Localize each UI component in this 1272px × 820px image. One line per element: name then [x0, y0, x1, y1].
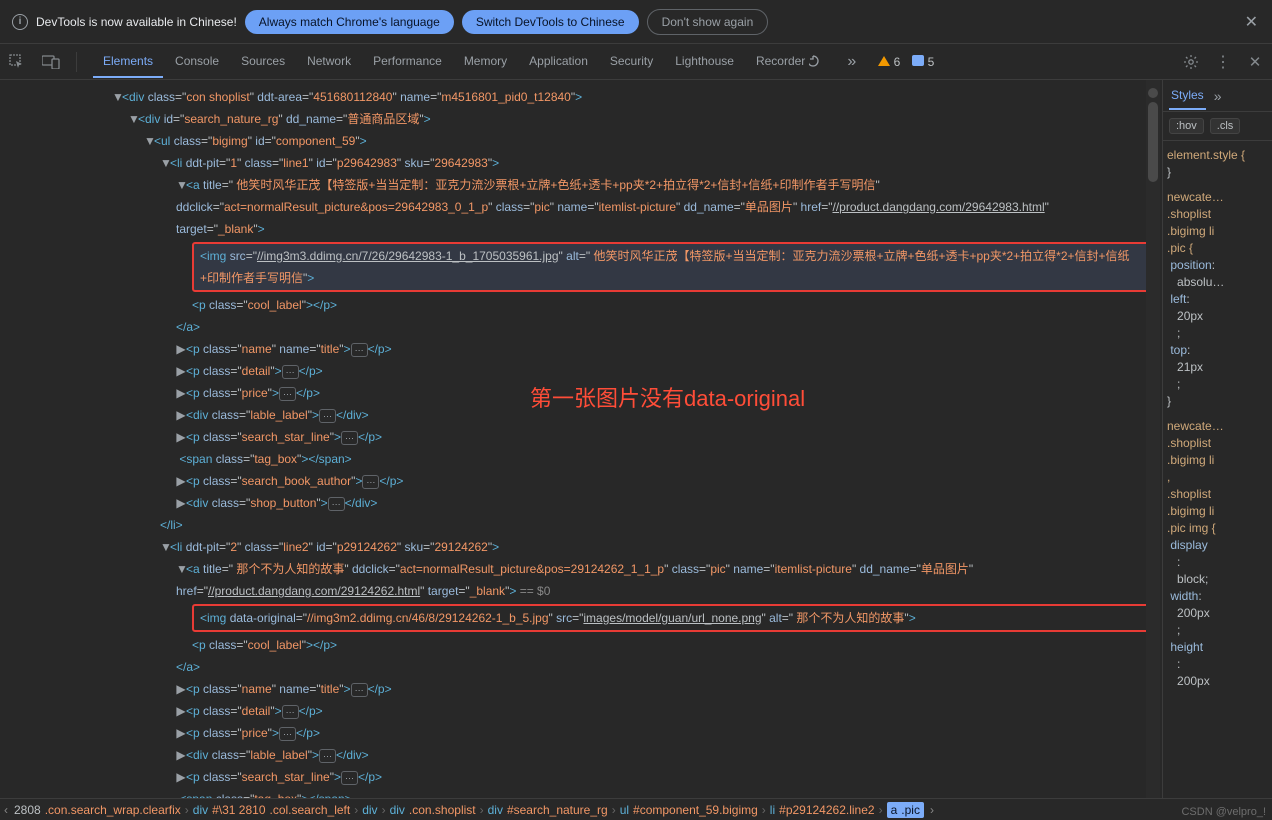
switch-language-button[interactable]: Switch DevTools to Chinese: [462, 10, 639, 34]
tab-performance[interactable]: Performance: [363, 46, 452, 78]
styles-more-icon[interactable]: »: [1214, 88, 1222, 104]
inspect-icon[interactable]: [8, 53, 26, 71]
more-tabs-icon[interactable]: »: [847, 53, 856, 71]
tab-security[interactable]: Security: [600, 46, 663, 78]
tab-network[interactable]: Network: [297, 46, 361, 78]
tab-lighthouse[interactable]: Lighthouse: [665, 46, 744, 78]
scrollbar-track[interactable]: [1146, 80, 1160, 798]
menu-icon[interactable]: ⋮: [1214, 53, 1232, 71]
warnings[interactable]: 6: [878, 55, 900, 69]
annotation-text: 第一张图片没有data-original: [530, 388, 805, 410]
highlight-box-1: <img src="//img3m3.ddimg.cn/7/26/2964298…: [192, 242, 1154, 292]
highlight-box-2: <img data-original="//img3m2.ddimg.cn/46…: [192, 604, 1154, 632]
styles-sidebar: Styles » :hov .cls element.style { } new…: [1162, 80, 1272, 798]
tab-memory[interactable]: Memory: [454, 46, 517, 78]
tab-console[interactable]: Console: [165, 46, 229, 78]
hov-toggle[interactable]: :hov: [1169, 118, 1204, 134]
device-icon[interactable]: [42, 53, 60, 71]
cls-toggle[interactable]: .cls: [1210, 118, 1241, 134]
scrollbar-thumb[interactable]: [1148, 102, 1158, 182]
separator: [76, 52, 77, 72]
styles-tab[interactable]: Styles: [1169, 82, 1206, 110]
scroll-up-icon[interactable]: [1148, 88, 1158, 98]
info-text: DevTools is now available in Chinese!: [36, 15, 237, 29]
issues-group: 6 5: [878, 55, 934, 69]
tab-elements[interactable]: Elements: [93, 46, 163, 78]
watermark: CSDN @velpro_!: [1181, 806, 1266, 818]
styles-rules[interactable]: element.style { } newcate… .shoplist .bi…: [1163, 141, 1272, 696]
panel-tabs: Elements Console Sources Network Perform…: [93, 46, 831, 78]
dont-show-button[interactable]: Don't show again: [647, 9, 769, 35]
tab-application[interactable]: Application: [519, 46, 598, 78]
tab-sources[interactable]: Sources: [231, 46, 295, 78]
message-icon: [912, 55, 924, 66]
dom-tree[interactable]: ▼<div class="con shoplist" ddt-area="451…: [0, 80, 1162, 798]
info-bar: i DevTools is now available in Chinese! …: [0, 0, 1272, 44]
close-devtools-icon[interactable]: ✕: [1246, 53, 1264, 71]
warning-icon: [878, 56, 890, 66]
info-icon: i: [12, 14, 28, 30]
tab-recorder[interactable]: Recorder: [746, 46, 831, 78]
close-icon[interactable]: ✕: [1245, 12, 1258, 32]
breadcrumb[interactable]: ‹ 2808.con.search_wrap.clearfix› div#\31…: [0, 798, 1272, 820]
match-language-button[interactable]: Always match Chrome's language: [245, 10, 454, 34]
messages[interactable]: 5: [912, 55, 934, 69]
settings-icon[interactable]: [1182, 53, 1200, 71]
toolbar: Elements Console Sources Network Perform…: [0, 44, 1272, 80]
